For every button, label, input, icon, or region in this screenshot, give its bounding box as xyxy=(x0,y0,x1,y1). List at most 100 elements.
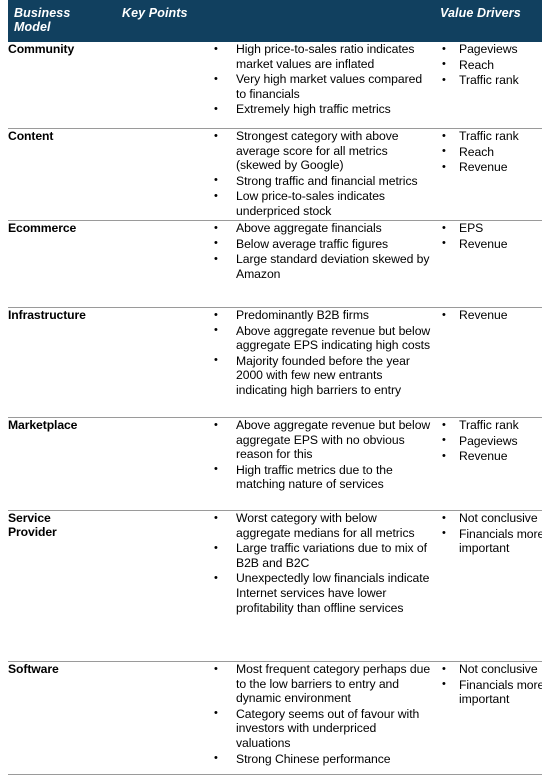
column-header-business-model: Business Model xyxy=(8,0,112,42)
table-row: Infrastructure Predominantly B2B firmsAbo… xyxy=(8,307,542,418)
key-points-list: High price-to-sales ratio indicates mark… xyxy=(212,41,432,117)
business-model-summary-table: Business Model Key Points Value Drivers … xyxy=(0,0,542,775)
value-driver-item: EPS xyxy=(440,221,542,236)
key-point-item: Above aggregate revenue but below aggreg… xyxy=(212,323,432,353)
table-row: Ecommerce Above aggregate financialsBelow… xyxy=(8,220,542,308)
cell-business-model: Marketplace xyxy=(8,417,112,511)
value-drivers-list: EPSRevenue xyxy=(440,221,542,251)
cell-business-model: Software xyxy=(8,661,112,775)
table-row: Content Strongest category with above ave… xyxy=(8,128,542,221)
key-point-item: High price-to-sales ratio indicates mark… xyxy=(212,41,432,71)
value-drivers-list: Traffic rankPageviewsRevenue xyxy=(440,418,542,464)
key-point-item: Unexpectedly low financials indicate Int… xyxy=(212,571,432,615)
column-header-business-model-line2: Model xyxy=(14,20,51,34)
row-spacer xyxy=(8,539,9,661)
business-model-label: Service xyxy=(8,511,51,525)
table-row: Marketplace Above aggregate revenue but b… xyxy=(8,417,542,511)
value-driver-item: Reach xyxy=(440,144,542,160)
value-driver-item: Financials more important xyxy=(440,677,542,707)
cell-business-model: Community xyxy=(8,42,112,129)
value-driver-item: Reach xyxy=(440,57,542,73)
business-model-label: Infrastructure xyxy=(8,308,86,322)
key-point-item: Large traffic variations due to mix of B… xyxy=(212,541,432,570)
value-drivers-list: Not conclusiveFinancials more important xyxy=(440,511,542,556)
key-point-item: Worst category with below aggregate medi… xyxy=(212,510,432,540)
key-points-list: Predominantly B2B firmsAbove aggregate r… xyxy=(212,308,432,398)
business-model-label: Ecommerce xyxy=(8,221,77,235)
key-point-item: Strongest category with above average sc… xyxy=(212,129,432,173)
cell-key-points: Strongest category with above average sc… xyxy=(112,128,432,221)
cell-value-drivers: PageviewsReachTraffic rank xyxy=(432,42,542,129)
value-driver-item: Revenue xyxy=(440,160,542,175)
business-model-label: Marketplace xyxy=(8,418,78,432)
column-header-business-model-line1: Business xyxy=(14,6,71,20)
key-points-list: Above aggregate financialsBelow average … xyxy=(212,221,432,281)
cell-key-points: Worst category with below aggregate medi… xyxy=(112,510,432,662)
value-driver-item: Pageviews xyxy=(440,433,542,449)
table-row: Community High price-to-sales ratio indic… xyxy=(8,41,542,129)
column-header-key-points: Key Points xyxy=(112,0,432,42)
business-model-label: Content xyxy=(8,129,54,143)
key-point-item: Strong traffic and financial metrics xyxy=(212,173,432,189)
value-driver-item: Revenue xyxy=(440,308,542,323)
value-drivers-list: PageviewsReachTraffic rank xyxy=(440,42,542,88)
row-spacer xyxy=(8,432,9,510)
row-spacer xyxy=(8,56,9,128)
key-points-list: Above aggregate revenue but below aggreg… xyxy=(212,418,432,492)
value-driver-item: Revenue xyxy=(440,236,542,252)
key-point-item: High traffic metrics due to the matching… xyxy=(212,462,432,492)
cell-business-model: Infrastructure xyxy=(8,307,112,418)
row-spacer xyxy=(8,143,9,220)
value-driver-item: Pageviews xyxy=(440,42,542,57)
cell-value-drivers: Not conclusiveFinancials more important xyxy=(432,510,542,662)
value-driver-item: Traffic rank xyxy=(440,129,542,144)
cell-key-points: Above aggregate financialsBelow average … xyxy=(112,220,432,308)
cell-value-drivers: Not conclusiveFinancials more important xyxy=(432,661,542,775)
table-row: ServiceProvider Worst category with below… xyxy=(8,510,542,662)
header-row: Business Model Key Points Value Drivers xyxy=(8,0,542,42)
key-points-list: Most frequent category perhaps due to th… xyxy=(212,662,432,766)
value-driver-item: Financials more important xyxy=(440,526,542,556)
value-driver-item: Traffic rank xyxy=(440,418,542,433)
business-model-label: Provider xyxy=(8,525,57,539)
key-point-item: Above aggregate financials xyxy=(212,221,432,236)
key-point-item: Below average traffic figures xyxy=(212,236,432,252)
cell-key-points: Predominantly B2B firmsAbove aggregate r… xyxy=(112,307,432,418)
value-drivers-list: Not conclusiveFinancials more important xyxy=(440,662,542,707)
cell-value-drivers: Revenue xyxy=(432,307,542,418)
table-header: Business Model Key Points Value Drivers xyxy=(8,0,542,42)
cell-value-drivers: Traffic rankPageviewsRevenue xyxy=(432,417,542,511)
table-row: Software Most frequent category perhaps d… xyxy=(8,661,542,775)
cell-key-points: High price-to-sales ratio indicates mark… xyxy=(112,41,432,129)
value-driver-item: Not conclusive xyxy=(440,662,542,677)
key-points-list: Strongest category with above average sc… xyxy=(212,129,432,219)
key-point-item: Predominantly B2B firms xyxy=(212,308,432,323)
key-point-item: Large standard deviation skewed by Amazo… xyxy=(212,252,432,281)
key-point-item: Low price-to-sales indicates underpriced… xyxy=(212,189,432,218)
cell-business-model: Ecommerce xyxy=(8,220,112,308)
cell-value-drivers: Traffic rankReachRevenue xyxy=(432,128,542,221)
row-spacer xyxy=(8,322,9,417)
column-header-value-drivers: Value Drivers xyxy=(432,0,542,42)
cell-key-points: Most frequent category perhaps due to th… xyxy=(112,661,432,775)
cell-business-model: Service Provider xyxy=(8,510,112,662)
key-point-item: Very high market values compared to fina… xyxy=(212,72,432,101)
business-model-label: Community xyxy=(8,42,75,56)
business-model-label: Software xyxy=(8,662,59,676)
key-point-item: Most frequent category perhaps due to th… xyxy=(212,662,432,706)
key-point-item: Extremely high traffic metrics xyxy=(212,102,432,117)
value-drivers-list: Traffic rankReachRevenue xyxy=(440,129,542,175)
table-body: Community High price-to-sales ratio indic… xyxy=(8,41,542,775)
key-point-item: Category seems out of favour with invest… xyxy=(212,706,432,751)
cell-business-model: Content xyxy=(8,128,112,221)
key-point-item: Above aggregate revenue but below aggreg… xyxy=(212,418,432,462)
value-driver-item: Traffic rank xyxy=(440,73,542,88)
key-point-item: Majority founded before the year 2000 wi… xyxy=(212,353,432,398)
key-point-item: Strong Chinese performance xyxy=(212,751,432,767)
value-driver-item: Revenue xyxy=(440,449,542,464)
cell-key-points: Above aggregate revenue but below aggreg… xyxy=(112,417,432,511)
cell-value-drivers: EPSRevenue xyxy=(432,220,542,308)
key-points-list: Worst category with below aggregate medi… xyxy=(212,510,432,615)
value-drivers-list: Revenue xyxy=(440,308,542,323)
value-driver-item: Not conclusive xyxy=(440,511,542,526)
